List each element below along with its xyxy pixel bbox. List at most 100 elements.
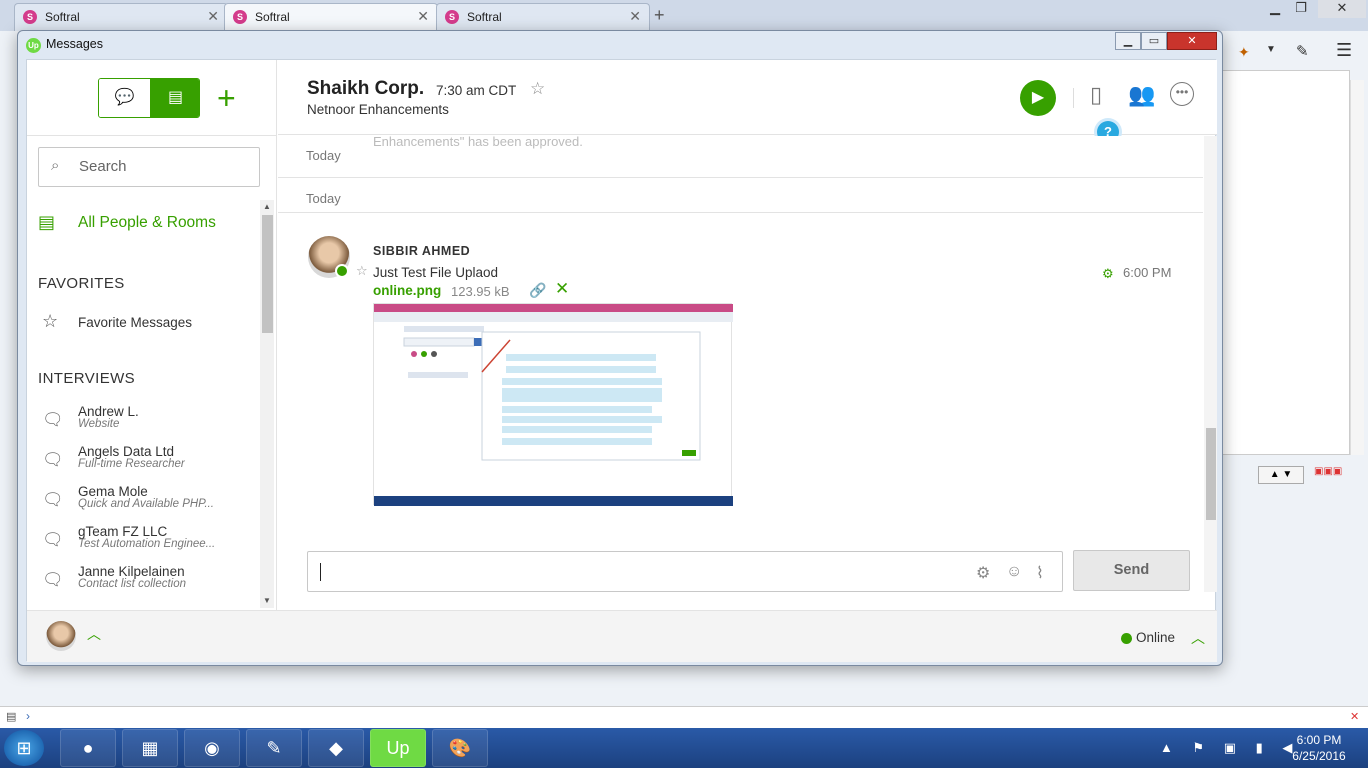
- contacts-view-icon[interactable]: ▤: [150, 79, 199, 117]
- favorite-star-icon[interactable]: ☆: [530, 79, 545, 99]
- message-scrollbar-thumb[interactable]: [1206, 428, 1216, 520]
- console-icon[interactable]: ▤: [6, 710, 16, 723]
- clock-time: 6:00 PM: [1296, 733, 1342, 747]
- chevron-up-icon[interactable]: ︿: [87, 624, 101, 644]
- avatar[interactable]: [46, 621, 76, 651]
- date-divider: Today: [306, 148, 341, 163]
- image-attachment-preview[interactable]: [373, 303, 733, 506]
- search-placeholder: Search: [79, 158, 127, 175]
- list-item[interactable]: 🗨 Angels Data Ltd Full-time Researcher: [42, 444, 247, 482]
- conversation-header: Shaikh Corp. 7:30 am CDT ☆ Netnoor Enhan…: [278, 60, 1217, 146]
- chat-view-icon[interactable]: 💬: [99, 79, 150, 117]
- browser-tab-active[interactable]: S Softral ✕: [224, 3, 438, 31]
- divider: [278, 177, 1203, 178]
- menu-icon[interactable]: ☰: [1336, 40, 1352, 61]
- softral-favicon-icon: S: [233, 10, 247, 24]
- close-tab-icon[interactable]: ✕: [207, 8, 219, 25]
- files-icon[interactable]: ▯: [1090, 82, 1102, 108]
- interview-subtitle: Test Automation Enginee...: [78, 538, 216, 550]
- tab-label: Softral: [45, 10, 80, 24]
- new-tab-button[interactable]: +: [654, 5, 665, 26]
- notepad-icon[interactable]: ✎: [246, 729, 302, 767]
- send-button[interactable]: Send: [1073, 550, 1190, 591]
- chat-bubble-icon: 🗨: [42, 490, 64, 509]
- upwork-logo-icon: Up: [26, 38, 41, 53]
- windows-taskbar: ⊞ ● ▦ ◉ ✎ ◆ Up 🎨 ▲ ⚑ ▣ ▮ ◀ 6:00 PM 6/25/…: [0, 728, 1368, 768]
- contacts-book-icon: ▤: [38, 212, 56, 232]
- close-icon[interactable]: ✕: [1350, 710, 1359, 723]
- minimize-icon[interactable]: ▁: [1262, 0, 1288, 18]
- list-item[interactable]: 🗨 gTeam FZ LLC Test Automation Enginee..…: [42, 524, 247, 562]
- browser-page-area: [1222, 70, 1350, 455]
- window-maximize-icon[interactable]: ▭: [1141, 32, 1167, 50]
- star-icon[interactable]: ☆: [356, 263, 368, 279]
- browser-tab[interactable]: S Softral ✕: [436, 3, 650, 31]
- paint-icon[interactable]: 🎨: [432, 729, 488, 767]
- chevron-right-icon[interactable]: ›: [26, 709, 30, 723]
- people-icon[interactable]: 👥: [1128, 82, 1155, 108]
- chat-bubble-icon: 🗨: [42, 530, 64, 549]
- upwork-icon[interactable]: Up: [370, 729, 426, 767]
- system-tray-icons[interactable]: ▲ ⚑ ▣ ▮ ◀: [1160, 740, 1300, 756]
- conversation-subtitle: Netnoor Enhancements: [307, 102, 449, 117]
- settings-icon[interactable]: ⚙: [976, 563, 990, 583]
- favorites-heading: FAVORITES: [38, 275, 125, 292]
- emoji-icon[interactable]: ☺: [1006, 563, 1022, 581]
- firefox-icon[interactable]: ●: [60, 729, 116, 767]
- browser-scrollbar[interactable]: [1350, 80, 1364, 455]
- search-icon: ⌕: [51, 157, 60, 174]
- chat-bubble-icon: 🗨: [42, 410, 64, 429]
- divider: [27, 135, 277, 136]
- list-item[interactable]: 🗨 Andrew L. Website: [42, 404, 247, 442]
- online-status-dot: [1121, 633, 1132, 644]
- window-controls-icon[interactable]: ▣▣▣: [1314, 466, 1364, 480]
- favorite-messages-label: Favorite Messages: [78, 315, 193, 330]
- sidebar-scrollbar-thumb[interactable]: [262, 215, 273, 333]
- virtualbox-icon[interactable]: ◆: [308, 729, 364, 767]
- list-item[interactable]: 🗨 Gema Mole Quick and Available PHP...: [42, 484, 247, 522]
- find-prev-next[interactable]: ▲ ▼: [1258, 466, 1304, 484]
- conversation-title: Shaikh Corp.: [307, 78, 425, 99]
- gear-icon[interactable]: ⚙: [1102, 266, 1114, 282]
- message-scrollbar[interactable]: [1204, 136, 1217, 592]
- restore-icon[interactable]: ❐: [1288, 0, 1314, 18]
- interview-name: Angels Data Ltd: [78, 444, 175, 459]
- interview-subtitle: Full-time Researcher: [78, 458, 185, 470]
- search-input[interactable]: ⌕ Search: [38, 147, 260, 187]
- more-options-icon[interactable]: •••: [1170, 82, 1194, 106]
- browser-tab[interactable]: S Softral ✕: [14, 3, 228, 31]
- video-call-button[interactable]: ▶: [1020, 80, 1056, 116]
- attachment-icon[interactable]: ⌇: [1036, 563, 1044, 583]
- close-tab-icon[interactable]: ✕: [629, 8, 641, 25]
- close-icon[interactable]: ✕: [1318, 0, 1366, 18]
- window-minimize-icon[interactable]: ▁: [1115, 32, 1141, 50]
- extension-icon[interactable]: ✦: [1238, 44, 1250, 61]
- all-people-label: All People & Rooms: [78, 214, 216, 231]
- remove-file-icon[interactable]: ✕: [555, 279, 569, 299]
- message-time: 6:00 PM: [1123, 265, 1172, 280]
- link-icon[interactable]: 🔗: [529, 282, 546, 299]
- scroll-down-icon[interactable]: ▼: [263, 596, 271, 605]
- message-input[interactable]: ⚙ ☺ ⌇: [307, 551, 1063, 592]
- chrome-icon[interactable]: ◉: [184, 729, 240, 767]
- star-icon: ☆: [42, 311, 59, 331]
- interview-name: Janne Kilpelainen: [78, 564, 185, 579]
- scroll-up-icon[interactable]: ▲: [263, 202, 271, 211]
- window-close-icon[interactable]: ✕: [1167, 32, 1217, 50]
- interview-name: gTeam FZ LLC: [78, 524, 168, 539]
- file-link[interactable]: online.png: [373, 283, 441, 298]
- start-button[interactable]: ⊞: [4, 730, 44, 766]
- screenshot-thumbnail: [374, 304, 733, 506]
- divider: [278, 212, 1203, 213]
- close-tab-icon[interactable]: ✕: [417, 8, 429, 25]
- system-clock[interactable]: 6:00 PM 6/25/2016: [1284, 732, 1354, 764]
- chat-bubble-icon: 🗨: [42, 450, 64, 469]
- file-explorer-icon[interactable]: ▦: [122, 729, 178, 767]
- pin-icon[interactable]: ✎: [1296, 42, 1309, 60]
- list-item[interactable]: 🗨 Janne Kilpelainen Contact list collect…: [42, 564, 247, 602]
- interview-subtitle: Quick and Available PHP...: [78, 498, 214, 510]
- new-conversation-button[interactable]: +: [217, 80, 236, 116]
- dropdown-arrow-icon[interactable]: ▼: [1266, 44, 1276, 55]
- file-size: 123.95 kB: [451, 284, 510, 299]
- browser-tab-bar: S Softral ✕ S Softral ✕ S Softral ✕ + ▁ …: [0, 0, 1368, 31]
